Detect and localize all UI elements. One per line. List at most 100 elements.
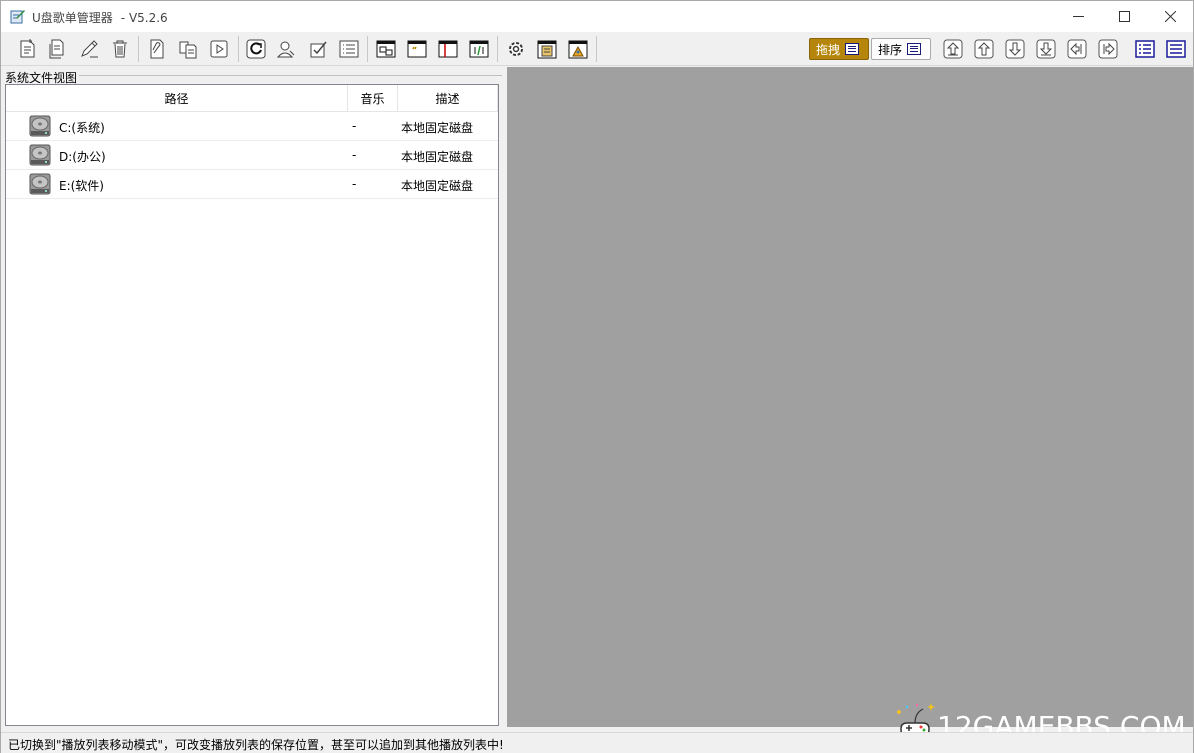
details-list-icon	[1135, 40, 1155, 58]
status-message: 已切换到"播放列表移动模式"，可改变播放列表的保存位置，甚至可以追加到其他播放列…	[8, 738, 504, 752]
details-view-button[interactable]	[1133, 37, 1157, 61]
move-bottom-icon	[1036, 39, 1056, 59]
split-window-button[interactable]	[436, 37, 460, 61]
edit-button[interactable]	[77, 37, 101, 61]
list-icon	[339, 40, 359, 58]
sort-mode-label: 排序	[878, 42, 903, 57]
move-up-button[interactable]	[972, 37, 996, 61]
hard-drive-icon	[29, 115, 51, 137]
cell-music: -	[352, 177, 357, 191]
list-row-drive-d[interactable]: D:(办公) - 本地固定磁盘	[6, 141, 498, 170]
sort-mode-button[interactable]: 排序	[871, 38, 931, 60]
paperclip-document-icon	[150, 39, 164, 59]
minimize-icon	[1072, 16, 1084, 17]
user-button[interactable]	[274, 37, 298, 61]
list-row-drive-c[interactable]: C:(系统) - 本地固定磁盘	[6, 112, 498, 141]
arrow-up-icon	[974, 39, 994, 59]
check-edit-button[interactable]	[306, 37, 330, 61]
column-header-path[interactable]: 路径	[6, 85, 348, 112]
arrow-right-icon	[1098, 39, 1118, 59]
column-header-desc[interactable]: 描述	[398, 85, 498, 112]
minimize-button[interactable]	[1055, 1, 1101, 32]
drag-mode-button[interactable]: 拖拽	[809, 38, 869, 60]
toolbar-separator	[138, 36, 139, 62]
compact-view-button[interactable]	[1164, 37, 1188, 61]
list-header: 路径 音乐 描述	[6, 85, 498, 112]
toolbar-separator	[497, 36, 498, 62]
copy-documents-icon	[179, 41, 197, 59]
cell-music: -	[352, 148, 357, 162]
compact-list-icon	[1166, 40, 1186, 58]
notepad-icon	[537, 40, 557, 59]
toolbar: 拖拽 排序	[1, 32, 1193, 66]
move-top-button[interactable]	[941, 37, 965, 61]
maximize-icon	[1118, 11, 1130, 22]
list-view-button[interactable]	[337, 37, 361, 61]
format-window-button[interactable]	[467, 37, 491, 61]
open-document-icon	[49, 39, 64, 59]
app-icon	[10, 10, 25, 24]
copy-button[interactable]	[176, 37, 200, 61]
trash-icon	[113, 40, 127, 58]
title-bar: U盘歌单管理器 - V5.2.6	[1, 1, 1193, 32]
system-file-view-panel: 系统文件视图 路径 音乐 描述 C:(系统) - 本地固定磁盘 D:(办公) -…	[4, 69, 502, 729]
format-window-icon	[469, 40, 489, 58]
window-version: - V5.2.6	[120, 11, 168, 25]
close-button[interactable]	[1147, 1, 1193, 32]
drag-mode-label: 拖拽	[816, 42, 841, 57]
drive-list[interactable]: 路径 音乐 描述 C:(系统) - 本地固定磁盘 D:(办公) - 本地固定磁盘…	[5, 84, 499, 726]
window-title: U盘歌单管理器 - V5.2.6	[32, 9, 168, 26]
play-icon	[210, 40, 228, 58]
playlist-workspace[interactable]	[507, 67, 1193, 727]
about-button[interactable]	[566, 37, 590, 61]
cell-desc: 本地固定磁盘	[401, 121, 474, 135]
quote-window-icon	[407, 40, 427, 58]
move-bottom-button[interactable]	[1034, 37, 1058, 61]
quote-window-button[interactable]	[405, 37, 429, 61]
notes-button[interactable]	[535, 37, 559, 61]
move-down-button[interactable]	[1003, 37, 1027, 61]
delete-button[interactable]	[108, 37, 132, 61]
maximize-button[interactable]	[1101, 1, 1147, 32]
toolbar-separator	[596, 36, 597, 62]
cell-path: C:(系统)	[59, 121, 105, 135]
checklist-icon	[310, 41, 327, 58]
close-icon	[1164, 11, 1176, 22]
cell-music: -	[352, 119, 357, 133]
cell-desc: 本地固定磁盘	[401, 179, 474, 193]
new-document-icon	[20, 39, 35, 58]
window-layout-button[interactable]	[374, 37, 398, 61]
app-window: U盘歌单管理器 - V5.2.6 拖拽 排序 系统文件视图 路径 音乐 描述 C…	[0, 0, 1194, 753]
cell-path: E:(软件)	[59, 179, 104, 193]
status-bar: 已切换到"播放列表移动模式"，可改变播放列表的保存位置，甚至可以追加到其他播放列…	[1, 732, 1193, 753]
arrow-down-icon	[1005, 39, 1025, 59]
window-layout-icon	[376, 40, 396, 58]
open-playlist-button[interactable]	[45, 37, 69, 61]
cell-desc: 本地固定磁盘	[401, 150, 474, 164]
toolbar-separator	[238, 36, 239, 62]
arrow-left-icon	[1067, 39, 1087, 59]
cell-path: D:(办公)	[59, 150, 106, 164]
column-header-music[interactable]: 音乐	[348, 85, 398, 112]
group-border	[76, 75, 502, 76]
user-icon	[276, 41, 295, 58]
attach-button[interactable]	[145, 37, 169, 61]
split-window-icon	[438, 40, 458, 58]
move-top-icon	[943, 39, 963, 59]
new-playlist-button[interactable]	[15, 37, 39, 61]
list-row-drive-e[interactable]: E:(软件) - 本地固定磁盘	[6, 170, 498, 199]
move-right-button[interactable]	[1096, 37, 1120, 61]
refresh-button[interactable]	[244, 37, 268, 61]
refresh-icon	[246, 39, 266, 59]
list-icon	[907, 43, 922, 55]
move-left-button[interactable]	[1065, 37, 1089, 61]
toolbar-separator	[367, 36, 368, 62]
hard-drive-icon	[29, 144, 51, 166]
play-button[interactable]	[207, 37, 231, 61]
pencil-icon	[81, 40, 98, 58]
settings-button[interactable]	[504, 37, 528, 61]
about-icon	[568, 40, 588, 59]
hard-drive-icon	[29, 173, 51, 195]
window-title-text: U盘歌单管理器	[32, 11, 113, 25]
gear-icon	[509, 42, 523, 56]
